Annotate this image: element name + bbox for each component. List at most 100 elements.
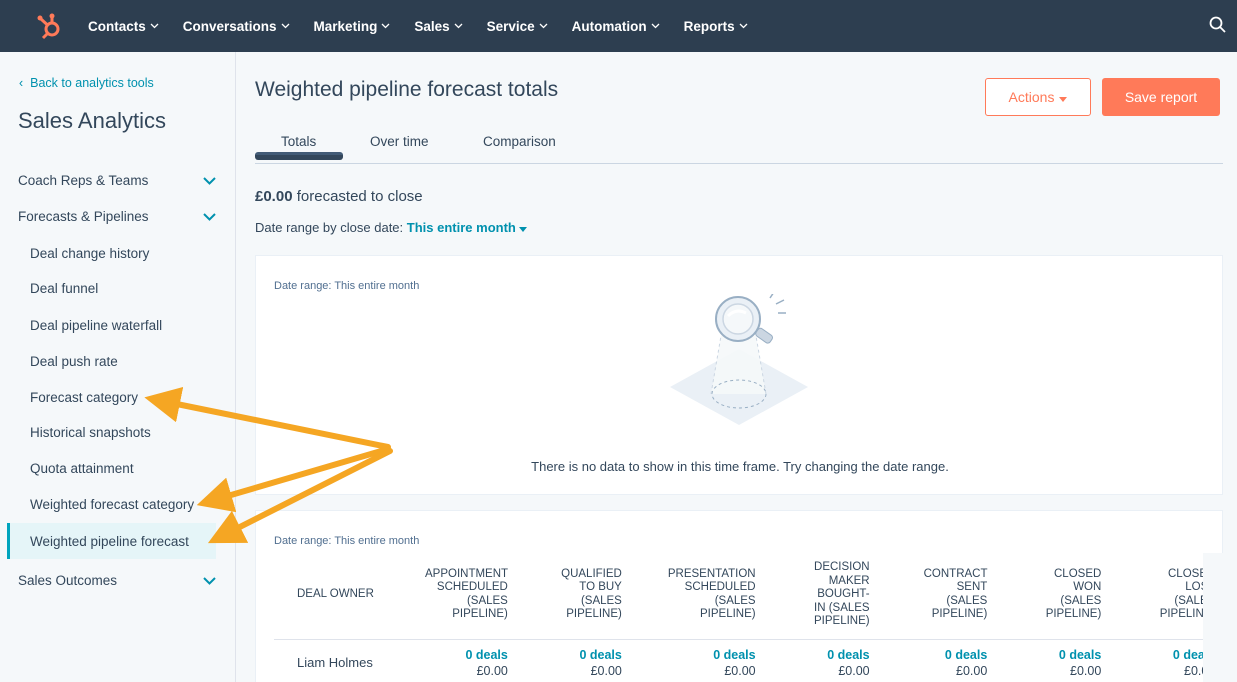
nav-reports-label: Reports [684, 19, 735, 34]
column-header-deal-owner[interactable]: DEAL OWNER [274, 557, 419, 639]
sidebar-item-deal-push-rate[interactable]: Deal push rate [30, 354, 118, 369]
nav-conversations-label: Conversations [183, 19, 277, 34]
sidebar-section-label: Forecasts & Pipelines [18, 209, 149, 224]
sidebar-item-quota-attainment[interactable]: Quota attainment [30, 461, 134, 476]
table-cell: 0 deals £0.00 [419, 639, 514, 682]
nav-reports[interactable]: Reports [684, 19, 748, 34]
date-range-value: This entire month [407, 220, 516, 235]
column-header-contract-sent[interactable]: CONTRACT SENT (SALES PIPELINE) [876, 557, 994, 639]
save-report-button[interactable]: Save report [1102, 78, 1220, 116]
chevron-down-icon [203, 173, 216, 188]
nav-automation-label: Automation [572, 19, 647, 34]
page-title: Weighted pipeline forecast totals [255, 78, 558, 102]
forecast-text: forecasted to close [297, 188, 423, 205]
date-range-dropdown[interactable]: This entire month [407, 220, 528, 235]
caret-down-icon [1059, 89, 1067, 105]
deals-amount: £0.00 [520, 664, 622, 678]
back-to-analytics-link[interactable]: ‹ Back to analytics tools [19, 76, 154, 90]
chart-card: Date range: This entire month There is n… [255, 255, 1223, 495]
deals-count-link[interactable]: 0 deals [1113, 648, 1215, 662]
table-cell: 0 deals £0.00 [993, 639, 1107, 682]
nav-sales-label: Sales [414, 19, 449, 34]
column-header-presentation-scheduled[interactable]: PRESENTATION SCHEDULED (SALES PIPELINE) [628, 557, 762, 639]
chevron-down-icon [203, 573, 216, 588]
tab-over-time[interactable]: Over time [370, 134, 429, 149]
chevron-down-icon [651, 23, 660, 29]
back-link-label: Back to analytics tools [30, 76, 154, 90]
chevron-down-icon [150, 23, 159, 29]
nav-conversations[interactable]: Conversations [183, 19, 290, 34]
magnifying-glass-empty-icon [666, 294, 811, 429]
table-cell: 0 deals £0.00 [876, 639, 994, 682]
forecast-summary: £0.00 forecasted to close [255, 188, 423, 205]
nav-service[interactable]: Service [487, 19, 548, 34]
sidebar: ‹ Back to analytics tools Sales Analytic… [0, 52, 236, 682]
nav-sales[interactable]: Sales [414, 19, 462, 34]
pipeline-table: DEAL OWNER APPOINTMENT SCHEDULED (SALES … [274, 557, 1221, 682]
sidebar-section-sales-outcomes[interactable]: Sales Outcomes [18, 573, 216, 588]
chevron-down-icon [381, 23, 390, 29]
sidebar-section-coach-reps[interactable]: Coach Reps & Teams [18, 173, 216, 188]
deals-amount: £0.00 [768, 664, 870, 678]
sidebar-section-forecasts[interactable]: Forecasts & Pipelines [18, 209, 216, 224]
table-card: Date range: This entire month DEAL OWNER… [255, 510, 1223, 682]
table-cell: 0 deals £0.00 [514, 639, 628, 682]
sidebar-section-label: Coach Reps & Teams [18, 173, 148, 188]
sidebar-item-weighted-pipeline-forecast[interactable]: Weighted pipeline forecast [30, 534, 189, 549]
horizontal-scroll-edge [1203, 553, 1237, 682]
nav-contacts-label: Contacts [88, 19, 146, 34]
chevron-down-icon [203, 209, 216, 224]
deals-amount: £0.00 [999, 664, 1101, 678]
sidebar-item-historical-snapshots[interactable]: Historical snapshots [30, 425, 151, 440]
nav-contacts[interactable]: Contacts [88, 19, 159, 34]
chevron-down-icon [454, 23, 463, 29]
table-cell: 0 deals £0.00 [628, 639, 762, 682]
sidebar-section-label: Sales Outcomes [18, 573, 117, 588]
actions-button[interactable]: Actions [985, 78, 1091, 116]
deals-count-link[interactable]: 0 deals [520, 648, 622, 662]
sidebar-item-deal-change-history[interactable]: Deal change history [30, 246, 149, 261]
forecast-amount: £0.00 [255, 188, 293, 205]
deals-amount: £0.00 [882, 664, 988, 678]
hubspot-logo-icon[interactable] [32, 9, 66, 43]
nav-marketing-label: Marketing [314, 19, 378, 34]
sidebar-title: Sales Analytics [18, 108, 166, 134]
card-date-range-label: Date range: This entire month [274, 280, 419, 292]
sidebar-item-deal-funnel[interactable]: Deal funnel [30, 281, 98, 296]
sidebar-item-deal-pipeline-waterfall[interactable]: Deal pipeline waterfall [30, 318, 162, 333]
empty-state-message: There is no data to show in this time fr… [256, 459, 1224, 474]
table-cell: 0 deals £0.00 [762, 639, 876, 682]
column-header-appointment-scheduled[interactable]: APPOINTMENT SCHEDULED (SALES PIPELINE) [419, 557, 514, 639]
card-date-range-label: Date range: This entire month [274, 535, 419, 547]
actions-button-label: Actions [1009, 89, 1055, 105]
caret-down-icon [519, 227, 527, 232]
tab-totals[interactable]: Totals [281, 134, 316, 149]
deals-count-link[interactable]: 0 deals [768, 648, 870, 662]
deals-count-link[interactable]: 0 deals [425, 648, 508, 662]
report-tabs: Totals Over time Comparison [255, 130, 1223, 164]
deals-count-link[interactable]: 0 deals [999, 648, 1101, 662]
chevron-down-icon [281, 23, 290, 29]
tab-comparison[interactable]: Comparison [483, 134, 556, 149]
tab-active-indicator [255, 152, 343, 160]
deals-amount: £0.00 [425, 664, 508, 678]
search-icon[interactable] [1209, 16, 1229, 36]
sidebar-item-weighted-forecast-category[interactable]: Weighted forecast category [30, 497, 194, 512]
nav-marketing[interactable]: Marketing [314, 19, 391, 34]
deals-count-link[interactable]: 0 deals [882, 648, 988, 662]
table-header-row: DEAL OWNER APPOINTMENT SCHEDULED (SALES … [274, 557, 1221, 639]
nav-automation[interactable]: Automation [572, 19, 660, 34]
chevron-down-icon [739, 23, 748, 29]
date-range-filter: Date range by close date: This entire mo… [255, 220, 527, 235]
chevron-down-icon [539, 23, 548, 29]
deals-amount: £0.00 [1113, 664, 1215, 678]
deals-amount: £0.00 [634, 664, 756, 678]
column-header-decision-maker[interactable]: DECISION MAKER BOUGHT-IN (SALES PIPELINE… [762, 557, 876, 639]
column-header-qualified-to-buy[interactable]: QUALIFIED TO BUY (SALES PIPELINE) [514, 557, 628, 639]
top-navigation: Contacts Conversations Marketing Sales S… [0, 0, 1237, 52]
nav-service-label: Service [487, 19, 535, 34]
sidebar-item-forecast-category[interactable]: Forecast category [30, 390, 138, 405]
date-range-label: Date range by close date: [255, 220, 403, 235]
deals-count-link[interactable]: 0 deals [634, 648, 756, 662]
column-header-closed-won[interactable]: CLOSED WON (SALES PIPELINE) [993, 557, 1107, 639]
